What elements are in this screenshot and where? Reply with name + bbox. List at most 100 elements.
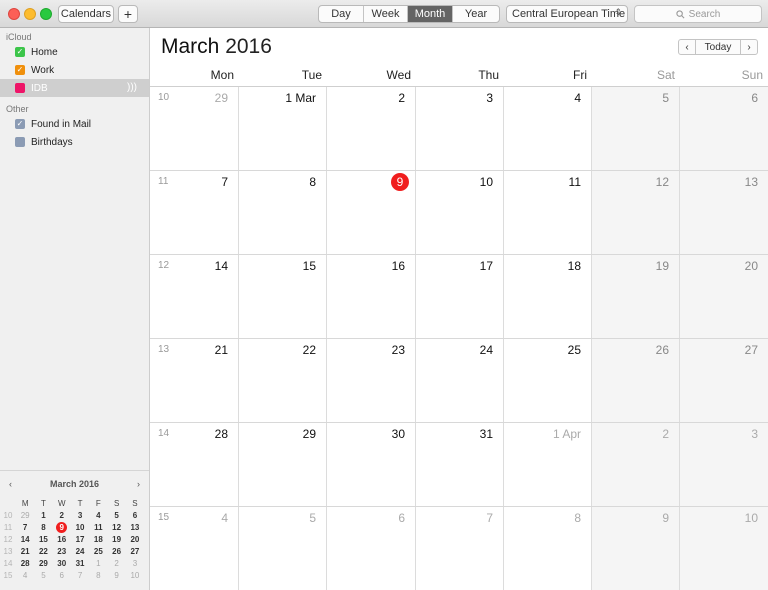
mini-day[interactable]: 2: [107, 559, 125, 568]
checkbox-icon[interactable]: [15, 83, 25, 93]
day-cell[interactable]: 13: [680, 171, 768, 254]
day-cell[interactable]: 29: [239, 423, 327, 506]
mini-day[interactable]: 20: [126, 535, 144, 544]
day-cell[interactable]: 31: [416, 423, 504, 506]
day-cell[interactable]: 9: [327, 171, 416, 254]
mini-day[interactable]: 24: [71, 547, 89, 556]
day-cell[interactable]: 1 Apr: [504, 423, 592, 506]
mini-day[interactable]: 23: [53, 547, 71, 556]
calendars-button[interactable]: Calendars: [58, 5, 114, 23]
day-cell[interactable]: 30: [327, 423, 416, 506]
day-cell[interactable]: 6: [327, 507, 416, 590]
day-cell[interactable]: 25: [504, 339, 592, 422]
day-cell[interactable]: 23: [327, 339, 416, 422]
calendar-item-birthdays[interactable]: Birthdays: [0, 133, 149, 151]
day-cell[interactable]: 12 14: [150, 255, 239, 338]
search-input[interactable]: Search: [634, 5, 762, 23]
day-cell[interactable]: 17: [416, 255, 504, 338]
calendar-item-found-in-mail[interactable]: ✓ Found in Mail: [0, 115, 149, 133]
day-cell[interactable]: 10 29: [150, 87, 239, 170]
day-cell[interactable]: 7: [416, 507, 504, 590]
day-cell[interactable]: 20: [680, 255, 768, 338]
mini-day[interactable]: 14: [16, 535, 34, 544]
day-cell[interactable]: 4: [504, 87, 592, 170]
today-button[interactable]: Today: [695, 40, 741, 54]
day-cell[interactable]: 5: [592, 87, 680, 170]
mini-day[interactable]: 18: [89, 535, 107, 544]
mini-day[interactable]: 13: [126, 523, 144, 532]
mini-day[interactable]: 8: [89, 571, 107, 580]
day-cell[interactable]: 8: [504, 507, 592, 590]
mini-day[interactable]: 7: [16, 523, 34, 532]
mini-day[interactable]: 31: [71, 559, 89, 568]
day-cell[interactable]: 27: [680, 339, 768, 422]
mini-day[interactable]: 5: [34, 571, 52, 580]
mini-day[interactable]: 3: [71, 511, 89, 520]
day-cell[interactable]: 22: [239, 339, 327, 422]
calendar-item-home[interactable]: ✓ Home: [0, 43, 149, 61]
tab-day[interactable]: Day: [319, 6, 364, 22]
mini-today-day[interactable]: 9: [53, 521, 71, 533]
mini-day[interactable]: 7: [71, 571, 89, 580]
mini-day[interactable]: 29: [34, 559, 52, 568]
day-cell[interactable]: 12: [592, 171, 680, 254]
day-cell[interactable]: 11: [504, 171, 592, 254]
mini-day[interactable]: 17: [71, 535, 89, 544]
day-cell[interactable]: 24: [416, 339, 504, 422]
day-cell[interactable]: 19: [592, 255, 680, 338]
mini-day[interactable]: 12: [107, 523, 125, 532]
mini-day[interactable]: 3: [126, 559, 144, 568]
day-cell[interactable]: 2: [327, 87, 416, 170]
checkbox-icon[interactable]: [15, 137, 25, 147]
calendar-item-idb[interactable]: IDB ))): [0, 79, 149, 97]
prev-month-button[interactable]: ‹: [679, 40, 695, 54]
day-cell[interactable]: 10: [416, 171, 504, 254]
mini-day[interactable]: 21: [16, 547, 34, 556]
day-cell[interactable]: 6: [680, 87, 768, 170]
day-cell[interactable]: 11 7: [150, 171, 239, 254]
tab-year[interactable]: Year: [453, 6, 499, 22]
day-cell[interactable]: 2: [592, 423, 680, 506]
mini-day[interactable]: 16: [53, 535, 71, 544]
day-cell[interactable]: 3: [680, 423, 768, 506]
mini-day[interactable]: 8: [34, 523, 52, 532]
calendar-item-work[interactable]: ✓ Work: [0, 61, 149, 79]
mini-day[interactable]: 30: [53, 559, 71, 568]
next-month-button[interactable]: ›: [741, 40, 757, 54]
day-cell[interactable]: 9: [592, 507, 680, 590]
day-cell[interactable]: 10: [680, 507, 768, 590]
day-cell[interactable]: 14 28: [150, 423, 239, 506]
mini-day[interactable]: 10: [71, 523, 89, 532]
day-cell[interactable]: 1 Mar: [239, 87, 327, 170]
mini-day[interactable]: 26: [107, 547, 125, 556]
zoom-window-button[interactable]: [40, 8, 52, 20]
mini-day[interactable]: 19: [107, 535, 125, 544]
mini-day[interactable]: 1: [89, 559, 107, 568]
tab-month[interactable]: Month: [408, 6, 453, 22]
mini-day[interactable]: 11: [89, 523, 107, 532]
mini-day[interactable]: 15: [34, 535, 52, 544]
checkbox-icon[interactable]: ✓: [15, 119, 25, 129]
mini-day[interactable]: 2: [53, 511, 71, 520]
checkbox-icon[interactable]: ✓: [15, 65, 25, 75]
mini-day[interactable]: 6: [53, 571, 71, 580]
minimize-window-button[interactable]: [24, 8, 36, 20]
day-cell[interactable]: 26: [592, 339, 680, 422]
day-cell[interactable]: 15 4: [150, 507, 239, 590]
close-window-button[interactable]: [8, 8, 20, 20]
mini-day[interactable]: 29: [16, 511, 34, 520]
mini-day[interactable]: 6: [126, 511, 144, 520]
mini-day[interactable]: 22: [34, 547, 52, 556]
tab-week[interactable]: Week: [364, 6, 408, 22]
day-cell[interactable]: 13 21: [150, 339, 239, 422]
mini-day[interactable]: 5: [107, 511, 125, 520]
day-cell[interactable]: 16: [327, 255, 416, 338]
day-cell[interactable]: 18: [504, 255, 592, 338]
day-cell[interactable]: 3: [416, 87, 504, 170]
mini-day[interactable]: 4: [89, 511, 107, 520]
mini-day[interactable]: 9: [107, 571, 125, 580]
day-cell[interactable]: 15: [239, 255, 327, 338]
add-event-button[interactable]: +: [118, 5, 138, 23]
mini-day[interactable]: 4: [16, 571, 34, 580]
day-cell[interactable]: 8: [239, 171, 327, 254]
